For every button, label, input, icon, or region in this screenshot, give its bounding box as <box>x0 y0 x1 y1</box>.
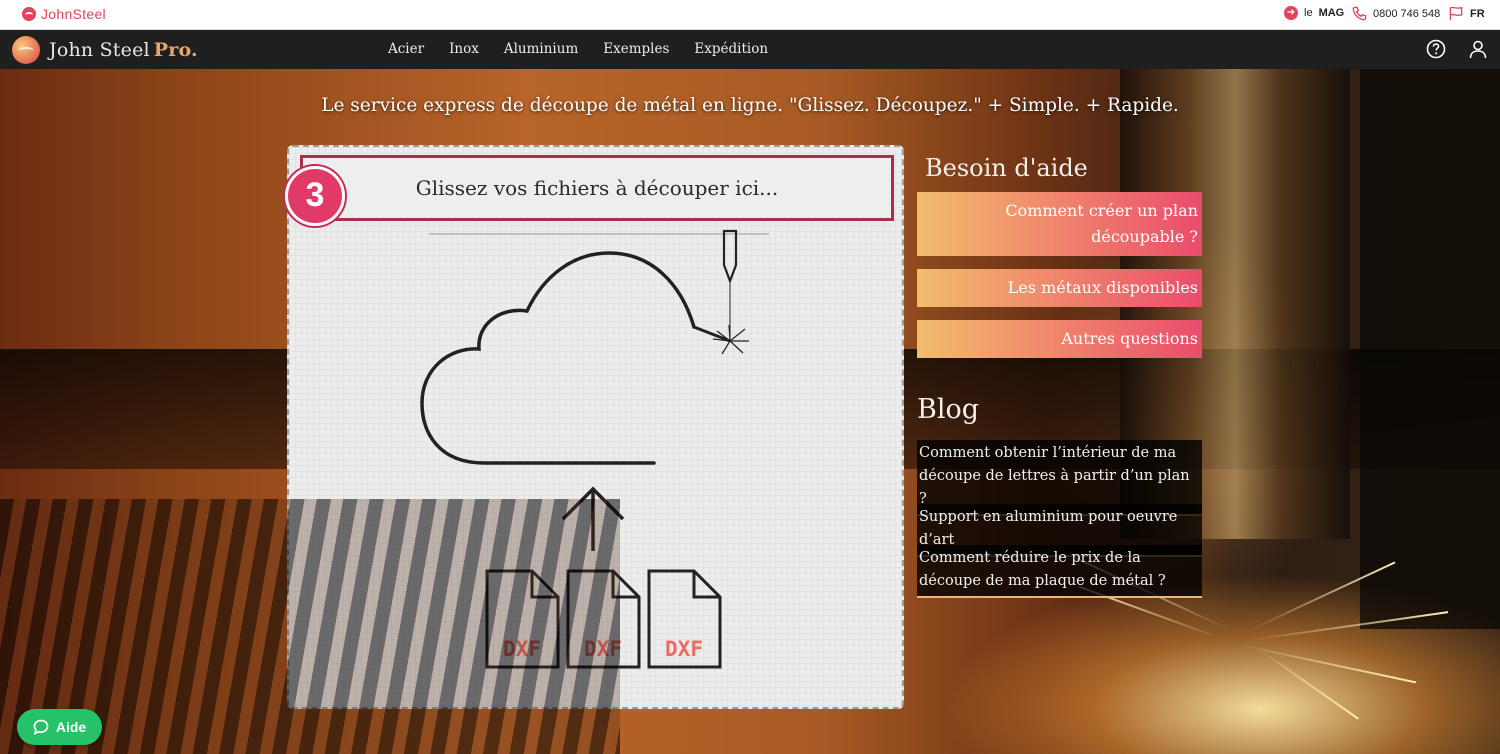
spark-decoration <box>1239 644 1417 684</box>
logo-mark-icon <box>12 36 40 64</box>
brand-name: JohnSteel <box>41 6 106 22</box>
help-link-metaux[interactable]: Les métaux disponibles <box>917 269 1202 307</box>
main-navbar: John Steel Pro. Acier Inox Aluminium Exem… <box>0 30 1500 69</box>
cloud-upload-illustration: DXF DXF DXF <box>420 229 769 669</box>
hero-tagline: Le service express de découpe de métal e… <box>321 95 1179 116</box>
cloud-icon <box>420 251 696 465</box>
dxf-file-icon: DXF <box>485 569 560 669</box>
utility-bar: JohnSteel ➜ le MAG 0800 746 548 FR <box>0 0 1500 30</box>
hero-section: Le service express de découpe de métal e… <box>0 69 1500 754</box>
mag-link[interactable]: ➜ le MAG <box>1284 6 1344 20</box>
help-circle-icon[interactable] <box>1426 39 1446 59</box>
user-icon[interactable] <box>1468 39 1488 59</box>
file-dropzone[interactable]: 3 Glissez vos fichiers à découper ici... <box>285 145 904 709</box>
nav-link-acier[interactable]: Acier <box>388 41 424 57</box>
nav-icons <box>1426 39 1488 59</box>
laser-cutter-icon <box>693 229 749 355</box>
logo-name: John Steel <box>49 39 150 61</box>
dxf-file-label: DXF <box>503 637 541 661</box>
dxf-file-label: DXF <box>584 637 622 661</box>
language-selector[interactable]: FR <box>1448 6 1485 21</box>
aide-label: Aide <box>55 719 87 735</box>
nav-link-expedition[interactable]: Expédition <box>694 41 768 57</box>
chat-bubble-icon <box>33 719 49 735</box>
dropzone-title: Glissez vos fichiers à découper ici... <box>415 176 779 200</box>
mag-label: MAG <box>1318 7 1345 19</box>
logo-pro: Pro. <box>153 39 198 61</box>
machine-frame-image <box>1360 69 1500 629</box>
blog-title: Blog <box>917 394 980 425</box>
johnsteel-brand-link[interactable]: JohnSteel <box>22 6 106 22</box>
nav-link-inox[interactable]: Inox <box>449 41 479 57</box>
dxf-file-icon: DXF <box>566 569 641 669</box>
phone-link[interactable]: 0800 746 548 <box>1352 6 1440 21</box>
dxf-file-label: DXF <box>665 637 703 661</box>
johnsteel-logo-icon <box>22 7 36 21</box>
nav-link-aluminium[interactable]: Aluminium <box>504 41 578 57</box>
help-title: Besoin d'aide <box>925 154 1088 182</box>
mag-prefix: le <box>1304 7 1313 19</box>
help-link-plan[interactable]: Comment créer un plan découpable ? <box>917 192 1202 256</box>
flag-icon <box>1449 6 1463 21</box>
language-code: FR <box>1470 7 1485 20</box>
dropzone-header: 3 Glissez vos fichiers à découper ici... <box>285 155 894 226</box>
john-steel-pro-logo[interactable]: John Steel Pro. <box>12 36 198 64</box>
help-link-questions[interactable]: Autres questions <box>917 320 1202 358</box>
nav-link-exemples[interactable]: Exemples <box>603 41 669 57</box>
dxf-file-icon: DXF <box>647 569 722 669</box>
arrow-right-icon: ➜ <box>1284 6 1298 20</box>
phone-icon <box>1352 6 1367 21</box>
aide-chat-button[interactable]: Aide <box>17 709 102 745</box>
upload-arrow-icon <box>561 486 625 551</box>
nav-links: Acier Inox Aluminium Exemples Expédition <box>388 41 768 57</box>
blog-item[interactable]: Comment réduire le prix de la découpe de… <box>917 545 1202 598</box>
logo-text: John Steel Pro. <box>49 39 198 61</box>
phone-number: 0800 746 548 <box>1373 7 1441 20</box>
